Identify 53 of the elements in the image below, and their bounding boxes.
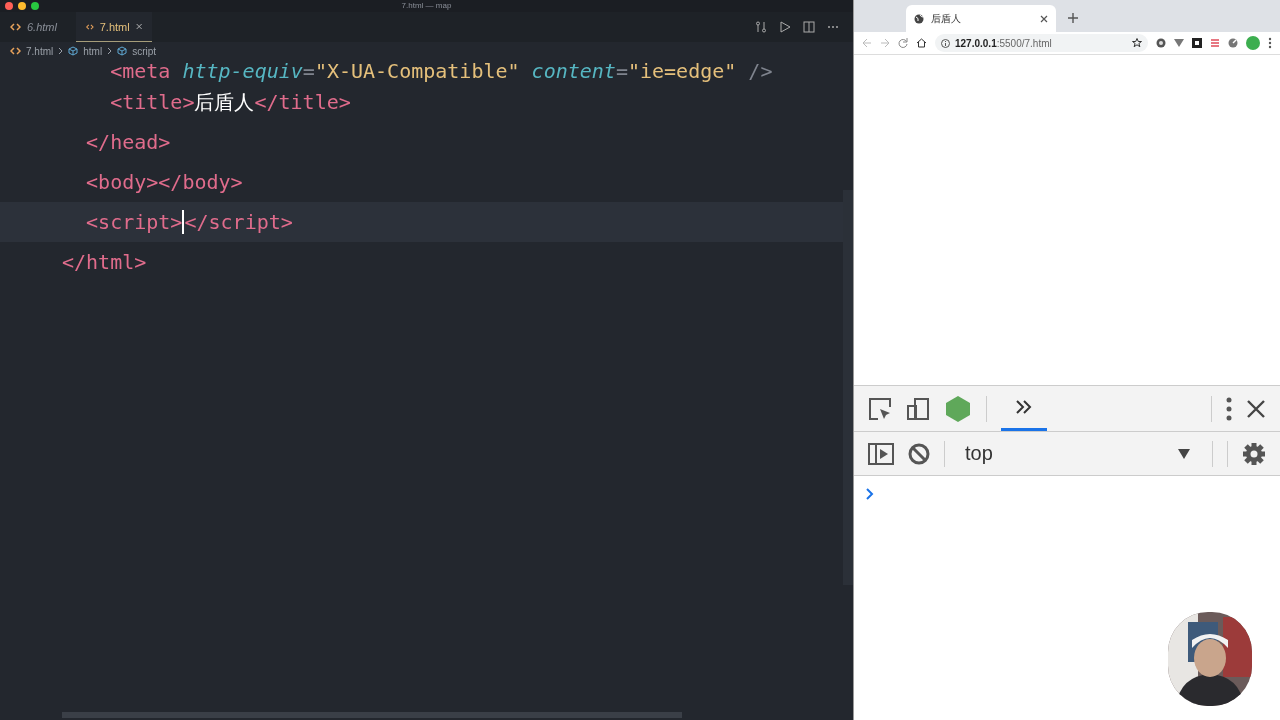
code-line: </head> bbox=[85, 129, 171, 156]
chevron-icon bbox=[58, 47, 64, 55]
breadcrumb-item[interactable]: 7.html bbox=[26, 45, 54, 57]
split-editor-icon[interactable] bbox=[803, 21, 815, 33]
new-tab-icon[interactable] bbox=[1068, 13, 1078, 23]
reload-icon[interactable] bbox=[898, 38, 908, 48]
editor-tab[interactable]: 7.html bbox=[76, 12, 152, 42]
hexagon-icon[interactable] bbox=[944, 394, 972, 423]
clear-console-icon[interactable] bbox=[908, 442, 930, 465]
code-line: <title>后盾人</title> bbox=[109, 89, 351, 116]
cube-icon bbox=[117, 46, 128, 56]
code-line: <meta http-equiv="X-UA-Compatible" content="ie=edge" /> bbox=[109, 60, 773, 82]
inspect-icon[interactable] bbox=[868, 396, 892, 421]
run-icon[interactable] bbox=[779, 21, 791, 33]
scrollbar[interactable] bbox=[62, 712, 682, 718]
address-bar[interactable]: 127.0.0.1:5500/7.html bbox=[935, 34, 1148, 52]
code-line: <body></body> bbox=[85, 169, 243, 196]
sidebar-toggle-icon[interactable] bbox=[868, 442, 894, 465]
square-icon[interactable] bbox=[1192, 38, 1202, 48]
code-file-icon bbox=[10, 47, 21, 55]
browser-tab[interactable]: 后盾人 bbox=[906, 5, 1056, 32]
chevron-icon bbox=[107, 47, 113, 55]
prompt-icon bbox=[866, 488, 874, 500]
more-vertical-icon[interactable] bbox=[1226, 396, 1232, 421]
breadcrumb-item[interactable]: html bbox=[83, 45, 103, 57]
scrollbar[interactable] bbox=[843, 190, 853, 585]
close-icon[interactable] bbox=[1246, 398, 1266, 419]
zoom-dot[interactable] bbox=[31, 2, 39, 10]
cube-icon bbox=[68, 46, 79, 56]
dropdown-arrow-icon bbox=[1178, 448, 1190, 459]
code-line: <script></script> bbox=[85, 209, 293, 236]
code-file-icon bbox=[10, 23, 21, 31]
profile-icon[interactable] bbox=[1246, 36, 1260, 50]
stripes-icon[interactable] bbox=[1210, 38, 1220, 48]
info-icon[interactable] bbox=[941, 38, 950, 48]
menu-icon[interactable] bbox=[1268, 37, 1272, 49]
window-title: 7.html — map bbox=[401, 0, 452, 12]
double-chevron-icon bbox=[1015, 399, 1033, 415]
device-toolbar-icon[interactable] bbox=[906, 396, 930, 421]
funnel-icon[interactable] bbox=[1174, 38, 1184, 48]
star-icon[interactable] bbox=[1132, 38, 1142, 48]
editor-tab[interactable]: 6.html bbox=[0, 12, 76, 42]
settings-icon[interactable] bbox=[1242, 441, 1266, 466]
globe-icon bbox=[914, 13, 924, 24]
home-icon[interactable] bbox=[916, 38, 927, 48]
close-dot[interactable] bbox=[5, 2, 13, 10]
code-file-icon bbox=[86, 22, 94, 31]
close-icon[interactable] bbox=[1040, 14, 1048, 23]
code-line: </html> bbox=[62, 249, 147, 276]
minimize-dot[interactable] bbox=[18, 2, 26, 10]
breadcrumb-item[interactable]: script bbox=[132, 45, 157, 57]
compare-icon[interactable] bbox=[755, 21, 767, 33]
extension-icon[interactable] bbox=[1156, 38, 1166, 48]
